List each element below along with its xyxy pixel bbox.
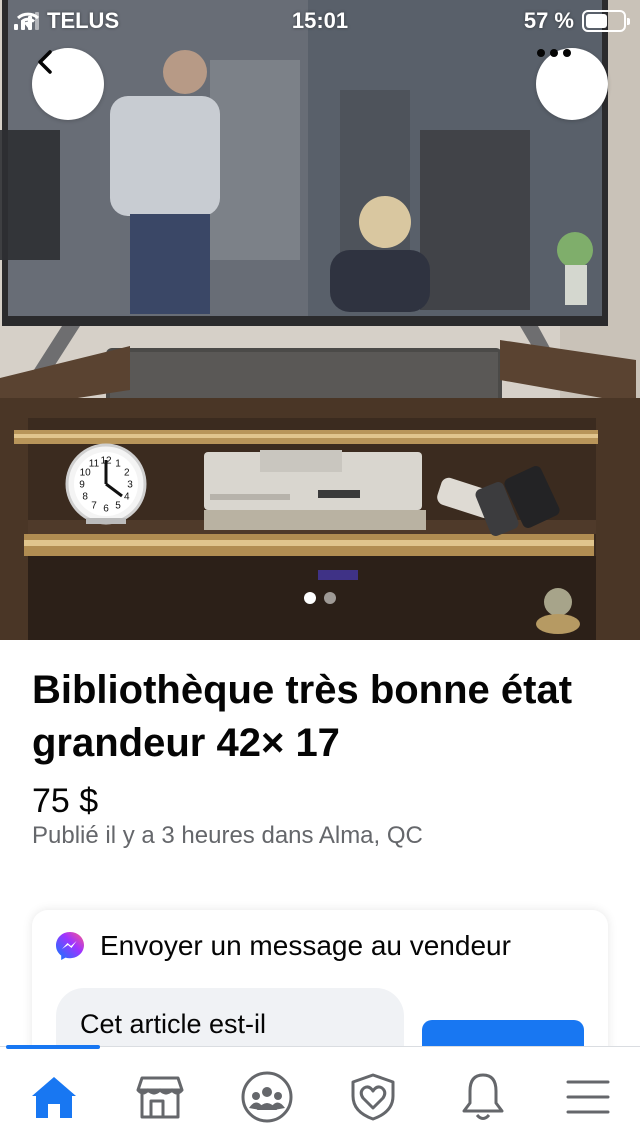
listing-photo[interactable]: 12 1 2 3 4 5 6 7 8 9 10 11 TELUS 15:01 57 % — [0, 0, 640, 640]
marketplace-icon — [136, 1076, 184, 1119]
nav-item-home[interactable] — [24, 1069, 84, 1125]
more-options-button[interactable] — [536, 48, 608, 120]
listing-meta: Publié il y a 3 heures dans Alma, QC — [32, 822, 423, 849]
more-horizontal-icon — [537, 49, 571, 57]
clock-numeral: 6 — [103, 504, 109, 515]
status-bar: TELUS 15:01 57 % — [0, 0, 640, 40]
clock-numeral: 7 — [91, 500, 97, 511]
nav-item-marketplace[interactable] — [130, 1069, 190, 1125]
home-icon — [32, 1077, 76, 1118]
nav-item-groups[interactable] — [237, 1069, 297, 1125]
back-button[interactable] — [32, 48, 104, 120]
clock-numeral: 11 — [89, 459, 100, 470]
clock-numeral: 2 — [124, 468, 130, 479]
menu-icon — [566, 1080, 610, 1114]
message-card-title: Envoyer un message au vendeur — [100, 930, 511, 961]
listing-title: Bibliothèque très bonne état grandeur 42… — [32, 668, 573, 765]
nav-item-menu[interactable] — [558, 1069, 618, 1125]
clock-numeral: 8 — [82, 492, 88, 503]
clock-numeral: 9 — [79, 480, 85, 491]
heart-shield-icon — [351, 1073, 395, 1121]
pagination-dot[interactable] — [304, 592, 316, 604]
nav-item-dating[interactable] — [343, 1069, 403, 1125]
chevron-left-icon — [38, 50, 52, 74]
groups-icon — [241, 1071, 293, 1123]
pagination-dot[interactable] — [324, 592, 336, 604]
bottom-navigation — [0, 1045, 640, 1136]
messenger-icon — [56, 932, 84, 960]
battery-percentage: 57 % — [523, 8, 574, 33]
bell-icon — [462, 1073, 504, 1120]
listing-price: 75 $ — [32, 782, 99, 820]
clock-numeral: 5 — [115, 500, 121, 511]
clock-numeral: 3 — [127, 480, 133, 491]
clock-numeral: 1 — [115, 459, 121, 470]
photo-pagination[interactable] — [0, 592, 640, 604]
nav-item-notifications[interactable] — [453, 1069, 513, 1125]
battery-icon — [582, 10, 630, 32]
active-tab-indicator — [6, 1045, 100, 1049]
clock-numeral: 4 — [124, 492, 130, 503]
clock-numeral: 12 — [100, 456, 112, 467]
